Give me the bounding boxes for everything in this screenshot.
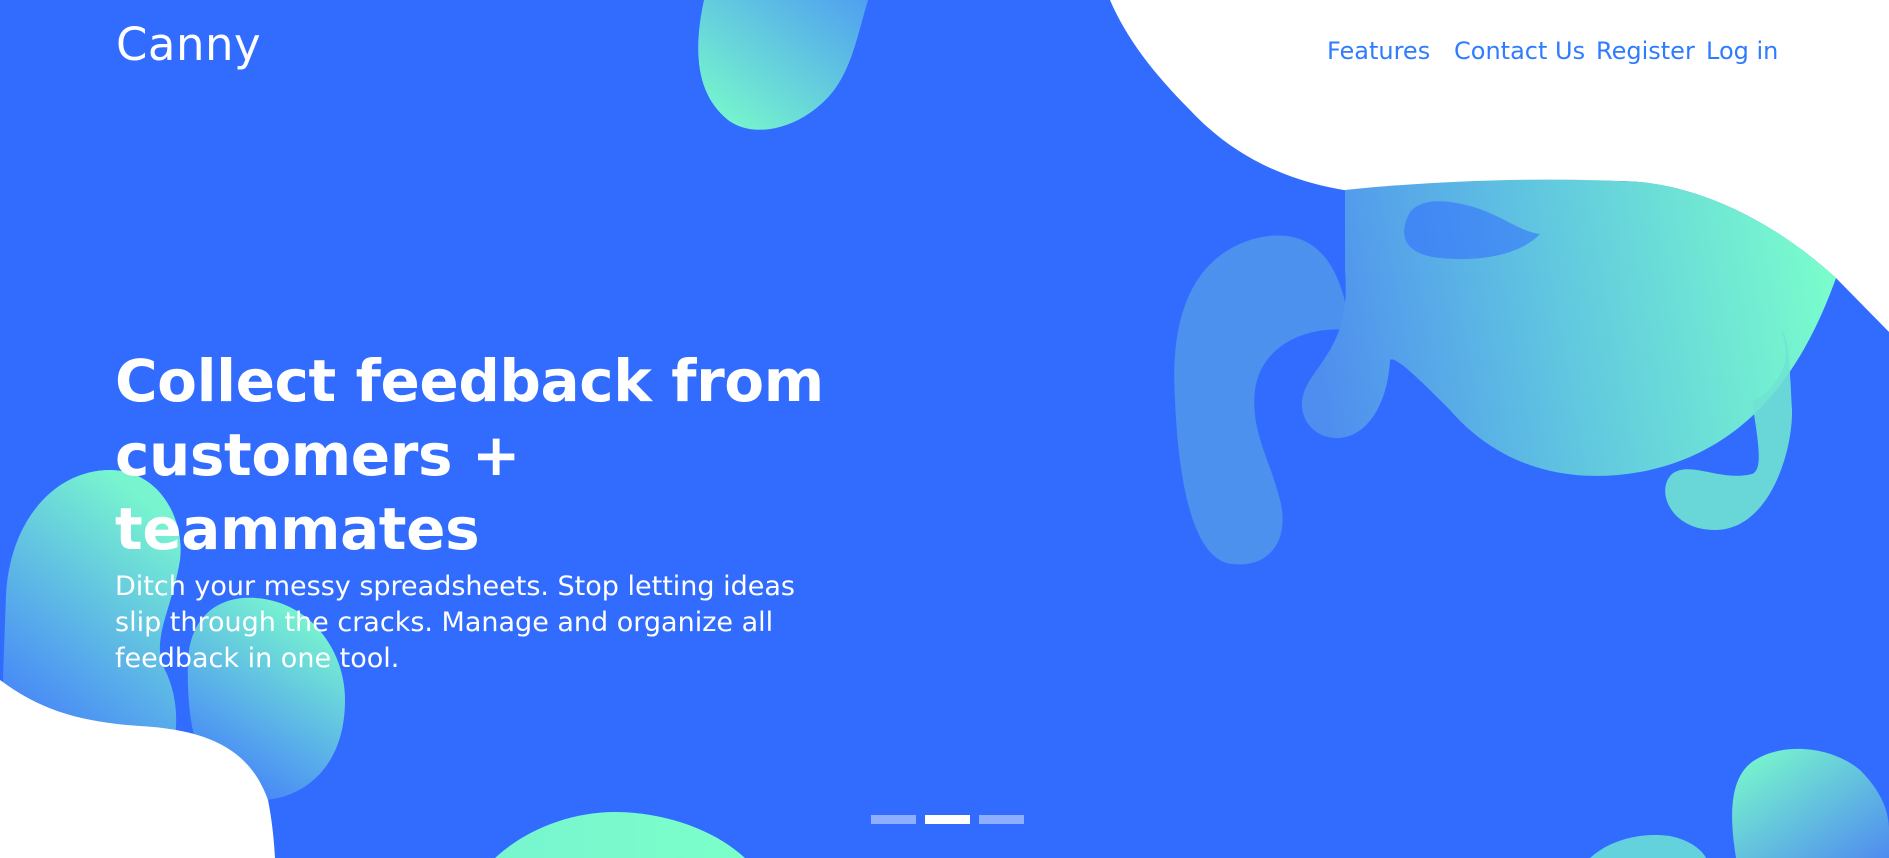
carousel-dot-2[interactable] (925, 815, 970, 824)
blob-top (698, 0, 868, 130)
blob-bottom-right (1732, 748, 1889, 858)
carousel-dot-1[interactable] (871, 815, 916, 824)
blob-bottom (495, 812, 745, 858)
nav-features-link[interactable]: Features (1327, 33, 1430, 69)
logo[interactable]: Canny (116, 20, 261, 70)
blob-bottom-right-small (1590, 834, 1706, 858)
hero-headline: Collect feedback from customers + teamma… (115, 347, 824, 563)
carousel-pager (871, 815, 1024, 824)
carousel-dot-3[interactable] (979, 815, 1024, 824)
blob-right-main (1301, 179, 1836, 476)
nav-register-link[interactable]: Register (1596, 33, 1695, 69)
nav-log-in-link[interactable]: Log in (1706, 33, 1778, 69)
hero-subtitle: Ditch your messy spreadsheets. Stop lett… (115, 571, 795, 674)
hero-section: Collect feedback from customers + teamma… (115, 344, 835, 677)
top-nav: Features Contact Us Register Log in (1327, 33, 1787, 69)
nav-contact-us-link[interactable]: Contact Us (1454, 33, 1585, 69)
landing-page: Canny Features Contact Us Register Log i… (0, 0, 1889, 858)
